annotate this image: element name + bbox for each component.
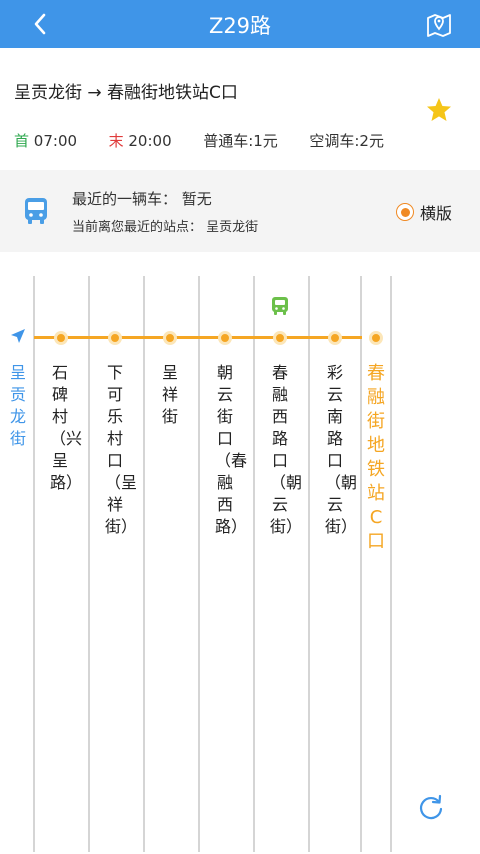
stop-dot[interactable] — [328, 331, 342, 345]
stop-name[interactable]: 呈贡龙街 — [8, 362, 28, 450]
route-name: 呈贡龙街 → 春融街地铁站C口 — [14, 83, 238, 103]
route-diagram: 呈贡龙街 石碑村（兴呈路） 下可乐村口（呈祥街） 呈祥街 朝云街口（春融西路） … — [0, 252, 480, 854]
divider — [390, 276, 392, 852]
divider — [143, 276, 145, 852]
bus-icon — [25, 198, 47, 224]
nearest-bus-text: 最近的一辆车： 暂无 — [72, 190, 212, 208]
route-line — [34, 336, 362, 339]
first-bus-time: 07:00 — [33, 132, 78, 150]
stop-dot[interactable] — [108, 331, 122, 345]
divider — [360, 276, 362, 852]
bus-position-icon — [272, 297, 288, 315]
top-bar: Z29路 — [0, 0, 480, 48]
divider — [253, 276, 255, 852]
stop-name[interactable]: 春融西路口（朝云街） — [270, 362, 302, 538]
last-bus-time: 20:00 — [128, 132, 172, 150]
stop-name[interactable]: 朝云街口（春融西路） — [215, 362, 247, 538]
divider — [198, 276, 200, 852]
divider — [33, 276, 35, 852]
nearest-bus-panel: 最近的一辆车： 暂无 当前离您最近的站点： 呈贡龙街 横版 — [0, 170, 480, 252]
stop-name[interactable]: 彩云南路口（朝云街） — [325, 362, 357, 538]
stop-name[interactable]: 石碑村（兴呈路） — [50, 362, 82, 494]
stop-dot[interactable] — [163, 331, 177, 345]
location-arrow-icon — [11, 329, 25, 343]
normal-fare: 普通车:1元 — [203, 132, 278, 150]
divider — [308, 276, 310, 852]
divider — [88, 276, 90, 852]
page-title: Z29路 — [208, 14, 272, 38]
star-icon[interactable] — [425, 96, 453, 124]
schedule-row: 首 07:00 末 20:00 普通车:1元 空调车:2元 — [14, 130, 384, 151]
stop-dot[interactable] — [273, 331, 287, 345]
stop-dot[interactable] — [218, 331, 232, 345]
first-bus-mark: 首 — [14, 132, 30, 150]
stop-name[interactable]: 呈祥街 — [160, 362, 180, 428]
nearest-stop-text: 当前离您最近的站点： 呈贡龙街 — [72, 220, 259, 235]
landscape-toggle[interactable]: 横版 — [396, 200, 452, 224]
last-bus-mark: 末 — [108, 132, 124, 150]
refresh-icon[interactable] — [416, 792, 446, 822]
stop-name[interactable]: 下可乐村口（呈祥街） — [105, 362, 137, 538]
stop-dot[interactable] — [54, 331, 68, 345]
stop-dot[interactable] — [369, 331, 383, 345]
ac-fare: 空调车:2元 — [309, 132, 384, 150]
radio-icon — [396, 203, 414, 221]
landscape-label: 横版 — [420, 204, 453, 223]
map-pin-icon[interactable] — [424, 9, 454, 39]
stop-name[interactable]: 春融街地铁站C口 — [364, 362, 388, 554]
